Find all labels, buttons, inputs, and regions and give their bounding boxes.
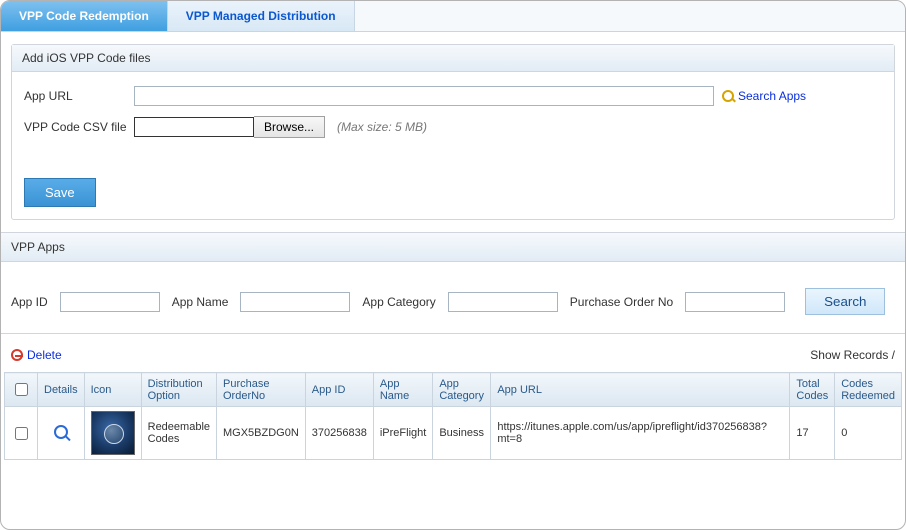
search-apps-label: Search Apps	[738, 89, 806, 103]
cell-app-category: Business	[433, 407, 491, 460]
filter-appid-label: App ID	[11, 295, 48, 309]
search-button[interactable]: Search	[805, 288, 885, 315]
th-codes-redeemed[interactable]: Codes Redeemed	[835, 373, 902, 407]
vpp-apps-header: VPP Apps	[1, 232, 905, 262]
cell-distribution: Redeemable Codes	[141, 407, 216, 460]
filter-appname-label: App Name	[172, 295, 229, 309]
filter-appcategory-label: App Category	[362, 295, 435, 309]
row-checkbox[interactable]	[15, 427, 28, 440]
filter-appid-input[interactable]	[60, 292, 160, 312]
th-app-id[interactable]: App ID	[305, 373, 373, 407]
cell-codes-redeemed: 0	[835, 407, 902, 460]
browse-button[interactable]: Browse...	[254, 116, 325, 138]
app-icon	[91, 411, 135, 455]
filter-row: App ID App Name App Category Purchase Or…	[1, 262, 905, 334]
select-all-checkbox[interactable]	[15, 383, 28, 396]
th-total-codes[interactable]: Total Codes	[790, 373, 835, 407]
delete-label: Delete	[27, 348, 62, 362]
th-app-category[interactable]: App Category	[433, 373, 491, 407]
cell-app-id: 370256838	[305, 407, 373, 460]
th-details[interactable]: Details	[38, 373, 85, 407]
th-purchase-order[interactable]: Purchase OrderNo	[217, 373, 306, 407]
th-app-name[interactable]: App Name	[373, 373, 432, 407]
action-row: Delete Show Records /	[1, 334, 905, 372]
search-apps-link[interactable]: Search Apps	[722, 89, 806, 103]
delete-link[interactable]: Delete	[11, 348, 62, 362]
search-icon	[722, 90, 734, 102]
th-app-url[interactable]: App URL	[491, 373, 790, 407]
tab-vpp-code-redemption[interactable]: VPP Code Redemption	[1, 1, 168, 31]
filter-appname-input[interactable]	[240, 292, 350, 312]
filter-purchaseorder-label: Purchase Order No	[570, 295, 673, 309]
max-size-hint: (Max size: 5 MB)	[337, 120, 427, 134]
delete-icon	[11, 349, 23, 361]
table-row: Redeemable Codes MGX5BZDG0N 370256838 iP…	[5, 407, 902, 460]
add-vpp-codes-section: Add iOS VPP Code files App URL Search Ap…	[11, 44, 895, 220]
cell-app-name: iPreFlight	[373, 407, 432, 460]
csv-file-label: VPP Code CSV file	[24, 120, 134, 134]
tab-vpp-managed-distribution[interactable]: VPP Managed Distribution	[168, 1, 355, 31]
cell-purchase-order: MGX5BZDG0N	[217, 407, 306, 460]
app-url-input[interactable]	[134, 86, 714, 106]
cell-total-codes: 17	[790, 407, 835, 460]
vpp-apps-table: Details Icon Distribution Option Purchas…	[4, 372, 902, 460]
save-button[interactable]: Save	[24, 178, 96, 207]
table-header-row: Details Icon Distribution Option Purchas…	[5, 373, 902, 407]
th-icon[interactable]: Icon	[84, 373, 141, 407]
app-url-label: App URL	[24, 89, 134, 103]
csv-file-input[interactable]	[134, 117, 254, 137]
tab-bar: VPP Code Redemption VPP Managed Distribu…	[1, 1, 905, 32]
add-section-header: Add iOS VPP Code files	[12, 45, 894, 72]
th-distribution[interactable]: Distribution Option	[141, 373, 216, 407]
filter-appcategory-input[interactable]	[448, 292, 558, 312]
show-records-label: Show Records /	[810, 348, 895, 362]
filter-purchaseorder-input[interactable]	[685, 292, 785, 312]
details-icon[interactable]	[54, 425, 68, 439]
cell-app-url: https://itunes.apple.com/us/app/ipreflig…	[491, 407, 790, 460]
